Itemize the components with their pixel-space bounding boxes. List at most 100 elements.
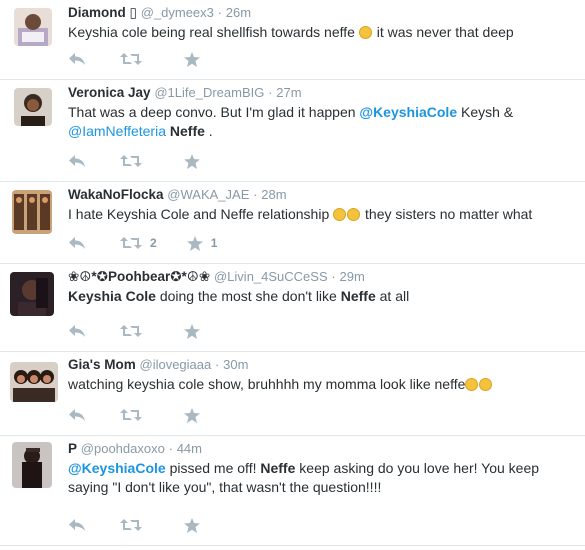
timestamp[interactable]: 44m xyxy=(177,441,202,456)
user-handle[interactable]: @Livin_4SuCCeSS xyxy=(214,269,328,284)
star-icon xyxy=(186,235,203,251)
reply-button[interactable] xyxy=(68,408,86,422)
reply-button[interactable] xyxy=(68,154,86,168)
highlighted-term: Neffe xyxy=(169,123,205,139)
timestamp[interactable]: 28m xyxy=(261,187,286,202)
timestamp[interactable]: 30m xyxy=(223,357,248,372)
user-handle[interactable]: @WAKA_JAE xyxy=(167,187,249,202)
tweet-actions: 2 1 xyxy=(68,233,251,253)
separator: · xyxy=(331,269,336,284)
reply-button[interactable] xyxy=(68,52,86,66)
favorite-button[interactable] xyxy=(184,323,208,339)
tweet-text-part: . xyxy=(204,123,213,139)
timestamp[interactable]: 29m xyxy=(340,269,365,284)
tweet-text: That was a deep convo. But I'm glad it h… xyxy=(68,103,577,141)
display-name[interactable]: WakaNoFlocka xyxy=(68,187,164,202)
user-handle[interactable]: @_dymeex3 xyxy=(141,5,214,20)
tweet[interactable]: Diamond ▯ @_dymeex3 · 26m Keyshia cole b… xyxy=(0,0,585,80)
reply-icon xyxy=(68,52,86,66)
joy-face-emoji xyxy=(465,378,479,391)
reply-button[interactable] xyxy=(68,518,86,532)
avatar[interactable] xyxy=(12,190,52,234)
reply-icon xyxy=(68,154,86,168)
user-handle[interactable]: @ilovegiaaa xyxy=(140,357,212,372)
joy-face-emoji xyxy=(479,378,493,391)
tweet-text-part: Keysh & xyxy=(457,104,514,120)
star-icon xyxy=(184,517,200,533)
tweet-actions xyxy=(68,321,242,341)
tweet[interactable]: ❀☮*✪Poohbear✪*☮❀ @Livin_4SuCCeSS · 29m K… xyxy=(0,264,585,352)
name-emoji: ▯ xyxy=(129,5,141,20)
star-icon xyxy=(184,407,200,423)
grimacing-face-emoji xyxy=(333,208,347,221)
retweet-icon xyxy=(120,408,142,422)
separator: · xyxy=(253,187,258,202)
user-handle[interactable]: @1Life_DreamBIG xyxy=(154,85,264,100)
star-icon xyxy=(184,51,200,67)
retweet-button[interactable] xyxy=(120,52,150,66)
reply-button[interactable] xyxy=(68,324,86,338)
display-name[interactable]: Gia's Mom xyxy=(68,357,136,372)
avatar[interactable] xyxy=(12,442,52,488)
tweet-actions xyxy=(68,151,242,171)
tweet-text-part: That was a deep convo. But I'm glad it h… xyxy=(68,104,360,120)
tweet[interactable]: WakaNoFlocka @WAKA_JAE · 28m I hate Keys… xyxy=(0,182,585,264)
display-name[interactable]: Diamond xyxy=(68,5,130,20)
tweet-text-part: doing the most she don't like xyxy=(155,288,341,304)
retweet-icon xyxy=(120,154,142,168)
tweet[interactable]: Veronica Jay @1Life_DreamBIG · 27m That … xyxy=(0,80,585,182)
mention-link[interactable]: @KeyshiaCole xyxy=(359,104,457,120)
separator: · xyxy=(168,441,173,456)
favorite-button[interactable]: 1 xyxy=(186,235,218,251)
highlighted-term: Neffe xyxy=(340,288,376,304)
tweet-text: watching keyshia cole show, bruhhhh my m… xyxy=(68,375,577,394)
reply-icon xyxy=(68,518,86,532)
mention-link[interactable]: @KeyshiaCole xyxy=(68,460,166,476)
star-icon xyxy=(184,153,200,169)
display-name[interactable]: ❀☮*✪Poohbear✪*☮❀ xyxy=(68,269,210,284)
retweet-icon xyxy=(120,324,142,338)
tweet-text: @KeyshiaCole pissed me off! Neffe keep a… xyxy=(68,459,577,497)
tweet-text: Keyshia cole being real shellfish toward… xyxy=(68,23,577,42)
timestamp[interactable]: 27m xyxy=(276,85,301,100)
tweet-actions xyxy=(68,515,242,535)
highlighted-term: Neffe xyxy=(260,460,296,476)
mention-link[interactable]: @IamNeffeteria xyxy=(68,123,166,139)
unamused-face-emoji xyxy=(347,208,361,221)
favorite-button[interactable] xyxy=(184,153,208,169)
tweet-text-part: at all xyxy=(375,288,410,304)
separator: · xyxy=(215,357,220,372)
tweet-text-part: they sisters no matter what xyxy=(361,206,533,222)
tweet-text: Keyshia Cole doing the most she don't li… xyxy=(68,287,577,306)
retweet-button[interactable]: 2 xyxy=(120,236,157,250)
tweet-text: I hate Keyshia Cole and Neffe relationsh… xyxy=(68,205,577,224)
tweet-actions xyxy=(68,405,242,425)
display-name[interactable]: Veronica Jay xyxy=(68,85,151,100)
favorite-count: 1 xyxy=(210,236,218,250)
retweet-button[interactable] xyxy=(120,408,150,422)
retweet-button[interactable] xyxy=(120,324,150,338)
confused-face-emoji xyxy=(358,26,372,39)
avatar[interactable] xyxy=(10,272,54,316)
avatar[interactable] xyxy=(14,88,52,126)
tweet-timeline: Diamond ▯ @_dymeex3 · 26m Keyshia cole b… xyxy=(0,0,585,546)
retweet-button[interactable] xyxy=(120,518,150,532)
avatar[interactable] xyxy=(14,8,52,46)
separator: · xyxy=(268,85,273,100)
retweet-icon xyxy=(120,52,142,66)
retweet-button[interactable] xyxy=(120,154,150,168)
tweet[interactable]: P @poohdaxoxo · 44m @KeyshiaCole pissed … xyxy=(0,436,585,546)
reply-button[interactable] xyxy=(68,236,86,250)
user-handle[interactable]: @poohdaxoxo xyxy=(81,441,165,456)
reply-icon xyxy=(68,324,86,338)
display-name[interactable]: P xyxy=(68,441,77,456)
favorite-button[interactable] xyxy=(184,407,208,423)
favorite-button[interactable] xyxy=(184,517,208,533)
tweet-text-part: I hate Keyshia Cole and Neffe relationsh… xyxy=(68,206,334,222)
retweet-icon xyxy=(120,518,142,532)
tweet-text-part: Keyshia cole being real shellfish toward… xyxy=(68,24,359,40)
timestamp[interactable]: 26m xyxy=(226,5,251,20)
tweet[interactable]: Gia's Mom @ilovegiaaa · 30m watching key… xyxy=(0,352,585,436)
avatar[interactable] xyxy=(10,362,58,402)
favorite-button[interactable] xyxy=(184,51,208,67)
